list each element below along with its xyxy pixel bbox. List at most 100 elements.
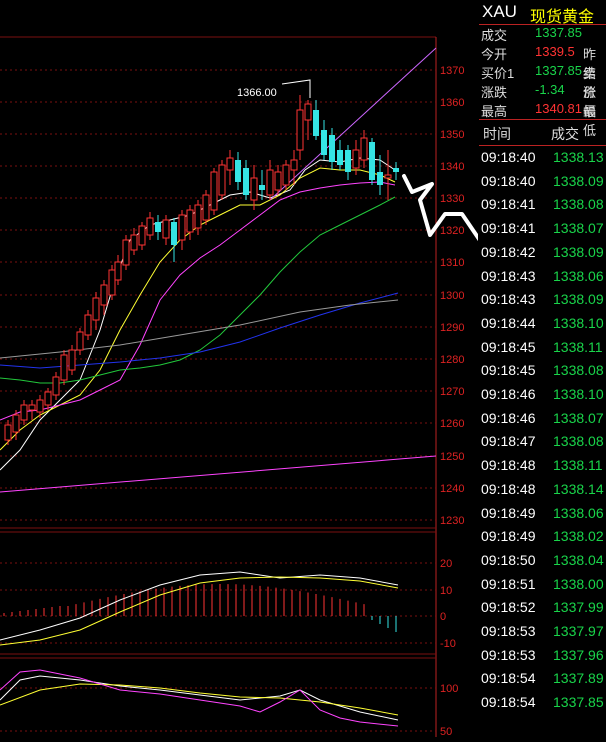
candle-body [52, 376, 60, 396]
tick-time: 09:18:48 [481, 480, 536, 497]
candle-body [377, 172, 383, 185]
candle-body [218, 164, 226, 196]
candle-body [138, 225, 146, 246]
tick-price: 1338.14 [553, 480, 604, 497]
trend-line-magenta [0, 455, 437, 493]
tick-row[interactable]: 09:18:53 1337.97 [479, 621, 606, 644]
trend-line-purple [269, 47, 437, 201]
candle-body [28, 404, 36, 411]
kdj-tick: 50 [440, 726, 452, 737]
tick-price: 1338.07 [553, 409, 604, 426]
candle-body [130, 234, 138, 251]
quote-value: 1339.5 [535, 44, 575, 59]
tick-price: 1337.96 [553, 646, 604, 663]
price-tick: 1340 [440, 161, 464, 173]
tick-price: 1338.10 [553, 314, 604, 331]
candle-body [114, 261, 122, 281]
candle-body [296, 109, 304, 151]
tick-row[interactable]: 09:18:46 1338.10 [479, 384, 606, 407]
tick-price: 1338.13 [553, 149, 604, 165]
tick-time: 09:18:46 [481, 409, 536, 426]
candle-body [337, 150, 343, 165]
tick-row[interactable]: 09:18:45 1338.11 [479, 337, 606, 360]
tick-time: 09:18:43 [481, 291, 536, 308]
candle-body [345, 150, 351, 172]
symbol-code[interactable]: XAU [482, 2, 517, 22]
tick-price: 1338.11 [553, 457, 603, 474]
tick-row[interactable]: 09:18:41 1338.08 [479, 194, 606, 217]
tick-row[interactable]: 09:18:46 1338.07 [479, 408, 606, 431]
tick-row[interactable]: 09:18:44 1338.10 [479, 313, 606, 336]
candle-body [393, 168, 399, 172]
tick-price: 1338.08 [553, 196, 604, 213]
tick-row[interactable]: 09:18:41 1338.07 [479, 218, 606, 241]
tick-row[interactable]: 09:18:54 1337.89 [479, 668, 606, 691]
chart-canvas[interactable]: 1370 1360 1350 1340 1330 1320 1310 1300 … [0, 0, 582, 738]
tick-row[interactable]: 09:18:54 1337.85 [479, 692, 606, 715]
quote-row-open: 今开 1339.5 昨结 [479, 43, 606, 81]
tick-time: 09:18:41 [481, 220, 536, 237]
tick-row[interactable]: 09:18:48 1338.14 [479, 479, 606, 502]
candle-body [12, 414, 20, 433]
ma-blue-line [0, 292, 399, 369]
tick-time: 09:18:45 [481, 362, 536, 379]
tick-row[interactable]: 09:18:43 1338.09 [479, 289, 606, 312]
tick-price: 1338.06 [553, 504, 604, 521]
tick-price: 1338.10 [553, 386, 604, 402]
tick-time: 09:18:53 [481, 623, 536, 639]
tick-time: 09:18:44 [481, 314, 536, 331]
tick-row[interactable]: 09:18:49 1338.06 [479, 503, 606, 526]
tick-price: 1338.09 [553, 291, 604, 308]
quote-value: 1337.85 [535, 63, 582, 78]
candle-body [178, 214, 186, 241]
candle-body [100, 284, 108, 306]
tick-price: 1338.08 [553, 362, 604, 379]
tick-row[interactable]: 09:18:47 1338.08 [479, 431, 606, 454]
candle-body [20, 404, 28, 421]
ma-gray-line [0, 299, 399, 359]
tick-time: 09:18:40 [481, 149, 536, 165]
price-gridlines [0, 69, 436, 521]
tick-row[interactable]: 09:18:53 1337.96 [479, 645, 606, 668]
macd-tick: 10 [440, 585, 452, 597]
candle-body [171, 222, 177, 245]
tick-price: 1338.07 [553, 220, 604, 237]
tick-row[interactable]: 09:18:45 1338.08 [479, 360, 606, 383]
high-price-label: 1366.00 [237, 87, 277, 99]
candle-body [162, 219, 170, 239]
tick-price: 1338.06 [553, 267, 604, 284]
tick-row[interactable]: 09:18:51 1338.00 [479, 574, 606, 597]
candle-body [92, 297, 100, 321]
tick-price: 1337.89 [553, 670, 604, 687]
candle-body [36, 399, 44, 413]
price-tick: 1330 [440, 193, 464, 205]
candle-body [60, 354, 68, 381]
tick-row[interactable]: 09:18:43 1338.06 [479, 266, 606, 289]
tick-row[interactable]: 09:18:50 1338.04 [479, 550, 606, 573]
tick-row[interactable]: 09:18:48 1338.11 [479, 455, 606, 478]
candle-body [313, 110, 319, 136]
price-tick: 1260 [440, 418, 464, 430]
tick-row[interactable]: 09:18:52 1337.99 [479, 597, 606, 620]
tick-row[interactable]: 09:18:40 1338.09 [479, 171, 606, 194]
tick-time: 09:18:42 [481, 243, 536, 260]
quote-row-bid: 买价1 1337.85 卖价 [479, 62, 606, 100]
quote-header: XAU 现货黄金 [479, 0, 606, 26]
price-tick: 1250 [440, 451, 464, 463]
price-axis-labels: 1370 1360 1350 1340 1330 1320 1310 1300 … [440, 65, 464, 527]
tick-time: 09:18:54 [481, 694, 536, 711]
tick-row[interactable]: 09:18:42 1338.09 [479, 242, 606, 265]
divider [479, 145, 606, 146]
candlestick-chart[interactable]: 1370 1360 1350 1340 1330 1320 1310 1300 … [0, 0, 582, 738]
tick-time: 09:18:52 [481, 599, 536, 616]
quote-label: 今开 [481, 47, 508, 62]
tick-list-header: 时间 成交 [479, 119, 606, 145]
tick-price: 1338.02 [553, 528, 604, 545]
quote-row-high: 最高 1340.81 最低 [479, 100, 606, 138]
tick-price: 1338.08 [553, 433, 604, 450]
tick-row[interactable]: 09:18:40 1338.13 [479, 147, 606, 170]
tick-row[interactable]: 09:18:49 1338.02 [479, 526, 606, 549]
quote-label: 买价1 [481, 66, 515, 81]
tick-time: 09:18:41 [481, 196, 536, 213]
candle-body [226, 157, 234, 171]
